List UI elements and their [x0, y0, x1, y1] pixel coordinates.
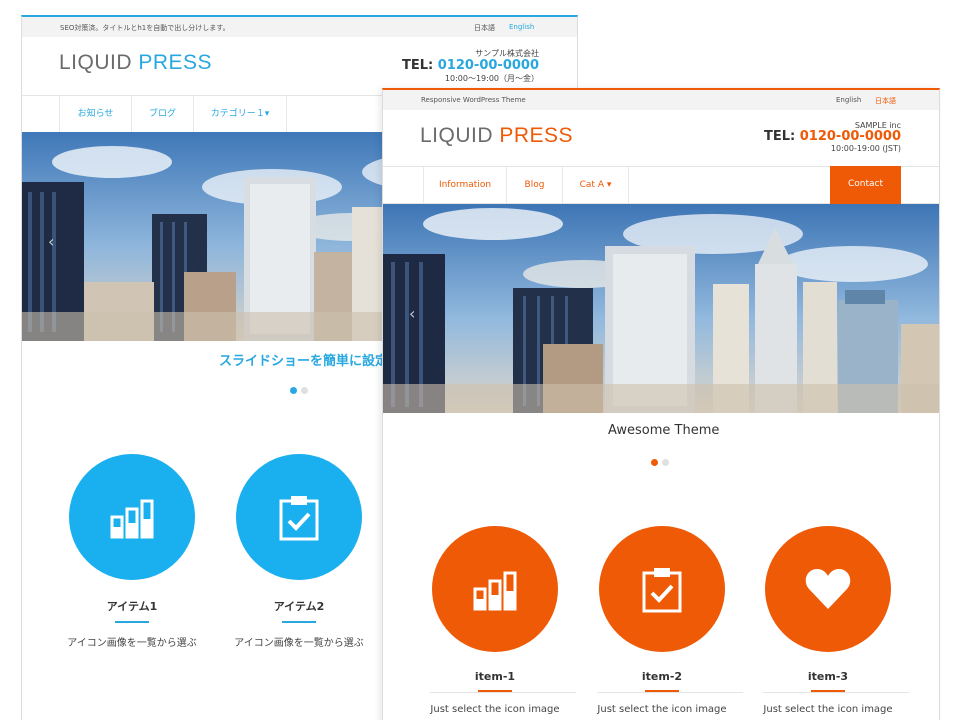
bar-chart-icon [473, 571, 517, 611]
feature-icon-circle [236, 454, 362, 580]
nav-item-category[interactable]: Cat A ▾ [563, 167, 629, 203]
feature-title: item-1 [474, 670, 516, 683]
slider-prev-arrow[interactable]: ‹ [48, 232, 54, 251]
feature-card: item-2 Just select the icon image [597, 526, 743, 715]
feature-title: item-3 [807, 670, 849, 683]
language-english-link[interactable]: English [509, 23, 534, 31]
feature-icon-circle [599, 526, 725, 652]
phone-line[interactable]: TEL: 0120-00-0000 [764, 130, 901, 144]
feature-description: Just select the icon image [430, 704, 560, 715]
feature-divider [763, 692, 909, 693]
header-contact-info: サンプル株式会社 TEL: 0120-00-0000 10:00〜19:00（月… [402, 48, 539, 84]
feature-card: アイテム2 アイコン画像を一覧から選ぶ [234, 454, 364, 649]
top-info-bar: Responsive WordPress Theme English 日本語 [383, 90, 939, 110]
header-contact-info: SAMPLE inc TEL: 0120-00-0000 10:00-19:00… [764, 121, 901, 153]
main-nav: Information Blog Cat A ▾ Contact [383, 166, 939, 204]
feature-description: アイコン画像を一覧から選ぶ [234, 638, 364, 649]
logo-text-press: PRESS [499, 124, 574, 147]
feature-title-underline [115, 621, 149, 623]
bar-chart-icon [110, 499, 154, 539]
feature-card: item-1 Just select the icon image [430, 526, 576, 715]
feature-divider [430, 692, 576, 693]
nav-item-blog[interactable]: Blog [507, 167, 563, 203]
feature-title: アイテム1 [106, 600, 158, 613]
feature-card: アイテム1 アイコン画像を一覧から選ぶ [67, 454, 197, 649]
slider-pagination [651, 459, 669, 466]
feature-icon-circle [69, 454, 195, 580]
theme-comparison-screenshot: SEO対策済。タイトルとh1を自動で出し分けします。 日本語 English L… [0, 0, 960, 720]
nav-item-category[interactable]: カテゴリー１▾ [194, 96, 287, 132]
heart-icon [805, 569, 851, 609]
site-tagline: SEO対策済。タイトルとh1を自動で出し分けします。 [60, 24, 230, 32]
clipboard-check-icon [642, 568, 682, 613]
nav-item-information[interactable]: Information [423, 167, 507, 203]
feature-icon-circle [432, 526, 558, 652]
site-logo[interactable]: LIQUID PRESS [59, 51, 212, 75]
slider-dot-active[interactable] [290, 387, 297, 394]
phone-line[interactable]: TEL: 0120-00-0000 [402, 59, 539, 73]
tel-label: TEL: [401, 58, 434, 73]
slide-caption: スライドショーを簡単に設定 [219, 354, 389, 369]
contact-button[interactable]: Contact [830, 166, 901, 204]
feature-card: item-3 Just select the icon image [763, 526, 909, 715]
business-hours: 10:00〜19:00（月〜金） [444, 74, 539, 83]
orange-theme-window: Responsive WordPress Theme English 日本語 L… [382, 88, 940, 720]
feature-title-underline [282, 621, 316, 623]
feature-description: Just select the icon image [597, 704, 727, 715]
logo-text-liquid: LIQUID [420, 124, 494, 147]
feature-description: アイコン画像を一覧から選ぶ [67, 638, 197, 649]
language-english-link[interactable]: English [836, 96, 861, 104]
nav-item-blog[interactable]: ブログ [132, 96, 194, 132]
logo-text-liquid: LIQUID [59, 51, 133, 74]
feature-description: Just select the icon image [763, 704, 893, 715]
tel-number: 0120-00-0000 [437, 58, 539, 73]
slider-dot-active[interactable] [651, 459, 658, 466]
slider-dot[interactable] [301, 387, 308, 394]
business-hours: 10:00-19:00 (JST) [830, 144, 901, 153]
feature-title: アイテム2 [273, 600, 325, 613]
tel-label: TEL: [763, 129, 796, 144]
hero-slideshow[interactable]: ‹ [383, 204, 939, 413]
slide-caption: Awesome Theme [608, 423, 720, 438]
top-info-bar: SEO対策済。タイトルとh1を自動で出し分けします。 日本語 English [22, 17, 577, 37]
slider-prev-arrow[interactable]: ‹ [409, 304, 415, 323]
slider-dot[interactable] [662, 459, 669, 466]
feature-icon-circle [765, 526, 891, 652]
clipboard-check-icon [279, 496, 319, 541]
feature-divider [597, 692, 743, 693]
logo-text-press: PRESS [138, 51, 213, 74]
tel-number: 0120-00-0000 [799, 129, 901, 144]
city-skyline-image [383, 204, 939, 413]
site-tagline: Responsive WordPress Theme [421, 96, 526, 104]
slider-pagination [290, 387, 308, 394]
language-japanese-link[interactable]: 日本語 [875, 96, 896, 106]
language-japanese-link[interactable]: 日本語 [474, 23, 495, 33]
nav-item-news[interactable]: お知らせ [59, 96, 132, 132]
site-logo[interactable]: LIQUID PRESS [420, 124, 573, 148]
feature-title: item-2 [641, 670, 683, 683]
